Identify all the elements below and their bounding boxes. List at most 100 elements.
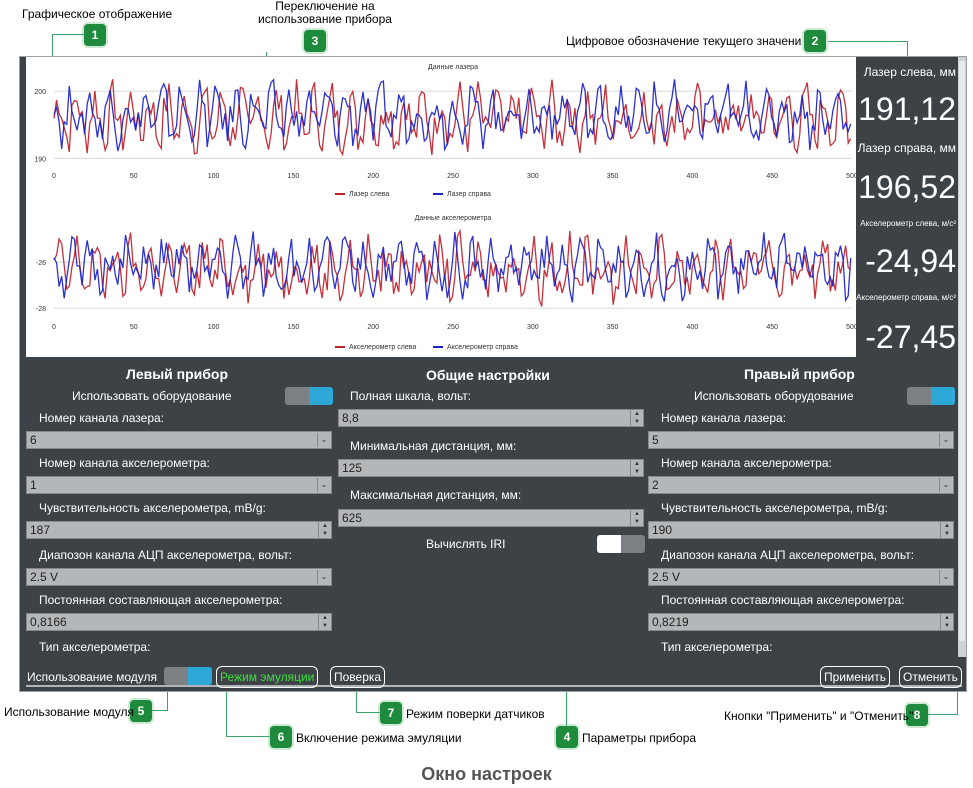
left-use-equipment-label: Использовать оборудование [72,389,232,403]
left-accel-channel-value: 1 [30,478,37,492]
iri-toggle[interactable] [597,535,645,553]
left-adc-range-label: Диапозон канала АЦП акселерометра, вольт… [39,548,293,562]
callout-7-text: Режим поверки датчиков [406,707,545,721]
callout-6-text: Включение режима эмуляции [296,731,462,745]
x-tick-label: 400 [687,173,699,180]
chevron-down-icon: ⌄ [317,433,330,447]
legend-label: Акселерометр слева [349,344,416,351]
right-laser-channel-value: 5 [652,433,659,447]
x-tick-label: 350 [607,173,619,180]
x-tick-label: 200 [367,173,379,180]
max-distance-label: Максимальная дистанция, мм: [350,488,522,502]
min-distance-value: 125 [342,461,363,475]
x-tick-label: 150 [288,173,300,180]
spinner-arrows-icon[interactable]: ▲ ▼ [630,510,643,526]
x-tick-label: 200 [367,324,379,331]
min-distance-stepper[interactable]: 125 ▲ ▼ [338,459,644,477]
left-dc-label: Постоянная составляющая акселерометра: [39,593,283,607]
left-type-label: Тип акселерометра: [39,640,151,654]
legend-label: Лазер справа [447,191,491,198]
y-tick-label: 190 [34,156,46,163]
right-accel-channel-dropdown[interactable]: 2 ⌄ [648,476,954,494]
series-line-left [53,228,852,307]
x-tick-label: 250 [447,173,459,180]
charts-svg: Данные лазера 190 200 0 50 100 150 200 250 300 350… [34,64,858,351]
x-tick-label: 400 [687,324,699,331]
x-tick-label: 100 [208,324,220,331]
right-type-label: Тип акселерометра: [661,640,773,654]
left-dc-stepper[interactable]: 0,8166 ▲ ▼ [26,613,332,631]
y-tick-label: 200 [34,89,46,96]
common-settings-title: Общие настройки [426,367,550,383]
legend-label: Акселерометр справа [447,344,518,351]
x-tick-label: 350 [607,324,619,331]
page-caption: Окно настроек [421,764,552,784]
left-adc-range-dropdown[interactable]: 2.5 V ⌄ [26,568,332,586]
left-sensitivity-stepper[interactable]: 187 ▲ ▼ [26,521,332,539]
right-sensitivity-stepper[interactable]: 190 ▲ ▼ [648,521,954,539]
right-dc-stepper[interactable]: 0,8219 ▲ ▼ [648,613,954,631]
right-laser-channel-dropdown[interactable]: 5 ⌄ [648,431,954,449]
x-tick-label: 100 [208,173,220,180]
right-sensitivity-label: Чувствительность акселерометра, mB/g: [661,501,888,515]
readout-laser-left-value: 191,12 [858,91,956,127]
right-use-equipment-toggle[interactable] [907,387,955,405]
left-use-equipment-toggle[interactable] [285,387,333,405]
callout-2-text: Цифровое обозначение текущего значения [566,34,808,48]
full-scale-stepper[interactable]: 8,8 ▲ ▼ [338,409,644,427]
y-tick-label: -26 [36,260,46,267]
module-use-toggle[interactable] [164,667,212,685]
right-adc-range-dropdown[interactable]: 2.5 V ⌄ [648,568,954,586]
callout-8-text: Кнопки "Применить" и "Отменить" [724,709,914,723]
cancel-button[interactable]: Отменить [899,666,962,688]
vertical-scrollbar[interactable] [958,57,966,657]
spinner-arrows-icon[interactable]: ▲ ▼ [630,460,643,476]
right-accel-channel-value: 2 [652,478,659,492]
iri-label: Вычислять IRI [426,537,506,551]
right-sensitivity-value: 190 [652,523,673,537]
callout-4-badge: 4 [556,726,578,748]
callout-1-text: Графическое отображение [22,7,173,21]
spinner-arrows-icon[interactable]: ▲ ▼ [318,522,331,538]
callout-2-badge: 2 [804,30,826,52]
min-distance-label: Минимальная дистанция, мм: [350,439,517,453]
callout-3-badge: 3 [304,30,326,52]
right-dc-label: Постоянная составляющая акселерометра: [661,593,905,607]
x-tick-label: 300 [527,173,539,180]
left-accel-channel-dropdown[interactable]: 1 ⌄ [26,476,332,494]
left-sensitivity-label: Чувствительность акселерометра, mB/g: [39,501,266,515]
full-scale-label: Полная шкала, вольт: [350,389,472,403]
callout-1-badge: 1 [84,24,106,46]
right-device-title: Правый прибор [744,366,855,382]
settings-window: Данные лазера 190 200 0 50 100 150 200 250 300 350… [19,56,967,692]
spinner-arrows-icon[interactable]: ▲ ▼ [940,522,953,538]
x-tick-label: 250 [447,324,459,331]
spinner-arrows-icon[interactable]: ▲ ▼ [940,614,953,630]
x-tick-label: 0 [52,324,56,331]
left-adc-range-value: 2.5 V [30,570,59,584]
left-laser-channel-dropdown[interactable]: 6 ⌄ [26,431,332,449]
x-tick-label: 450 [766,324,778,331]
x-tick-label: 500 [846,324,856,331]
chevron-down-icon: ⌄ [317,570,330,584]
spinner-arrows-icon[interactable]: ▲ ▼ [318,614,331,630]
x-tick-label: 0 [52,173,56,180]
x-tick-label: 500 [846,173,856,180]
readout-accel-right-value: -27,45 [865,319,956,355]
apply-button[interactable]: Применить [820,666,891,688]
readout-laser-right-label: Лазер справа, мм [857,141,956,155]
max-distance-stepper[interactable]: 625 ▲ ▼ [338,509,644,527]
y-tick-label: -28 [36,306,46,313]
chevron-down-icon: ⌄ [939,478,952,492]
spinner-arrows-icon[interactable]: ▲ ▼ [630,410,643,426]
max-distance-value: 625 [342,511,363,525]
left-laser-channel-label: Номер канала лазера: [39,411,165,425]
verify-button[interactable]: Поверка [330,666,386,688]
chart-title: Данные акселерометра [415,215,492,222]
right-accel-channel-label: Номер канала акселерометра: [661,456,832,470]
left-accel-channel-label: Номер канала акселерометра: [39,456,210,470]
scrollbar-thumb[interactable] [959,61,965,641]
readout-laser-right-value: 196,52 [858,169,956,205]
emulation-mode-button[interactable]: Режим эмуляции [216,666,319,688]
series-line-right [53,78,852,152]
